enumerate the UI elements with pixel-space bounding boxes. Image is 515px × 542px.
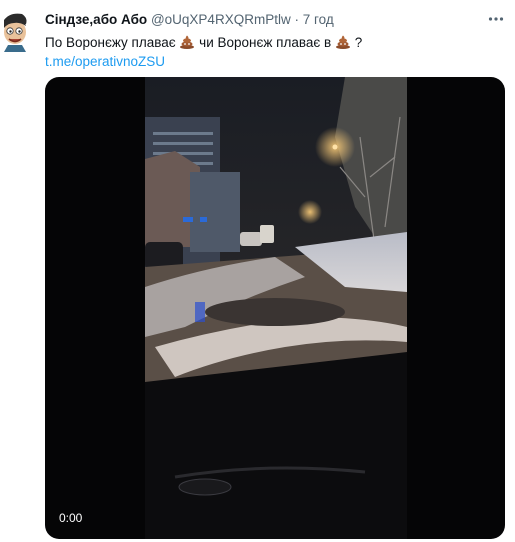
more-dots-icon bbox=[488, 17, 504, 21]
tweet[interactable]: Сіндзе,або Або @oUqXP4RXQRmPtlw · 7 год … bbox=[0, 0, 515, 542]
tweet-text-part2: чи Воронєж плаває в bbox=[199, 35, 332, 50]
tweet-text-part1: По Воронєжу плаває bbox=[45, 35, 176, 50]
tweet-link[interactable]: t.me/operativnoZSU bbox=[45, 52, 165, 71]
video-frame bbox=[145, 77, 407, 539]
cartoon-face-icon bbox=[0, 10, 30, 52]
poop-emoji-icon bbox=[335, 35, 350, 49]
timestamp[interactable]: 7 год bbox=[303, 12, 334, 27]
separator-dot: · bbox=[294, 12, 299, 27]
tweet-text: По Воронєжу плаває чи Воронєж плаває в ? bbox=[45, 33, 505, 52]
video-player[interactable]: 0:00 bbox=[45, 77, 505, 539]
poop-emoji-icon bbox=[180, 35, 195, 49]
author-handle[interactable]: @oUqXP4RXQRmPtlw bbox=[151, 12, 291, 27]
tweet-text-part3: ? bbox=[354, 35, 363, 50]
author-name[interactable]: Сіндзе,або Або bbox=[45, 12, 147, 27]
tweet-header: Сіндзе,або Або @oUqXP4RXQRmPtlw · 7 год bbox=[45, 12, 505, 32]
video-timecode: 0:00 bbox=[59, 511, 83, 525]
more-button[interactable] bbox=[487, 10, 505, 28]
avatar[interactable] bbox=[0, 10, 30, 52]
